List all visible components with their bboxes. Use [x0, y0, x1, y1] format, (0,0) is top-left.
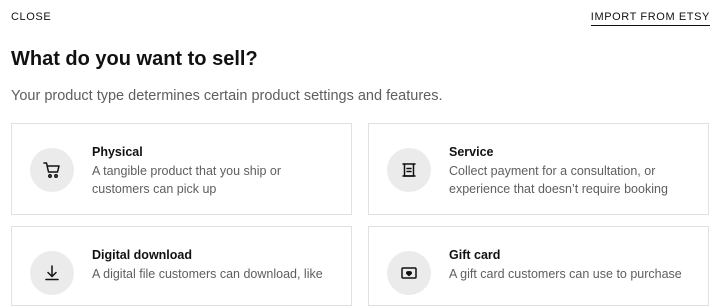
- card-title: Gift card: [449, 248, 501, 262]
- icon-circle: [387, 251, 431, 295]
- card-title: Digital download: [92, 248, 192, 262]
- product-type-card-service[interactable]: Service Collect payment for a consultati…: [368, 123, 709, 215]
- gift-card-icon: [401, 267, 417, 279]
- card-description: Collect payment for a consultation, or e…: [449, 164, 668, 196]
- close-button[interactable]: CLOSE: [11, 11, 51, 23]
- page-subtitle: Your product type determines certain pro…: [11, 88, 443, 104]
- product-type-card-digital-download[interactable]: Digital download A digital file customer…: [11, 226, 352, 306]
- icon-circle: [30, 148, 74, 192]
- download-icon: [45, 265, 59, 281]
- card-description: A digital file customers can download, l…: [92, 267, 323, 281]
- cart-icon: [43, 162, 60, 178]
- product-type-card-physical[interactable]: Physical A tangible product that you shi…: [11, 123, 352, 215]
- card-description: A gift card customers can use to purchas…: [449, 267, 682, 281]
- card-title: Service: [449, 145, 494, 159]
- service-icon: [402, 163, 416, 177]
- top-bar: CLOSE IMPORT FROM ETSY: [0, 0, 720, 34]
- card-description: A tangible product that you ship or cust…: [92, 164, 282, 196]
- card-title: Physical: [92, 145, 143, 159]
- import-from-etsy-link[interactable]: IMPORT FROM ETSY: [590, 11, 710, 26]
- icon-circle: [30, 251, 74, 295]
- icon-circle: [387, 148, 431, 192]
- page-title: What do you want to sell?: [11, 48, 258, 70]
- product-type-card-gift-card[interactable]: Gift card A gift card customers can use …: [368, 226, 709, 306]
